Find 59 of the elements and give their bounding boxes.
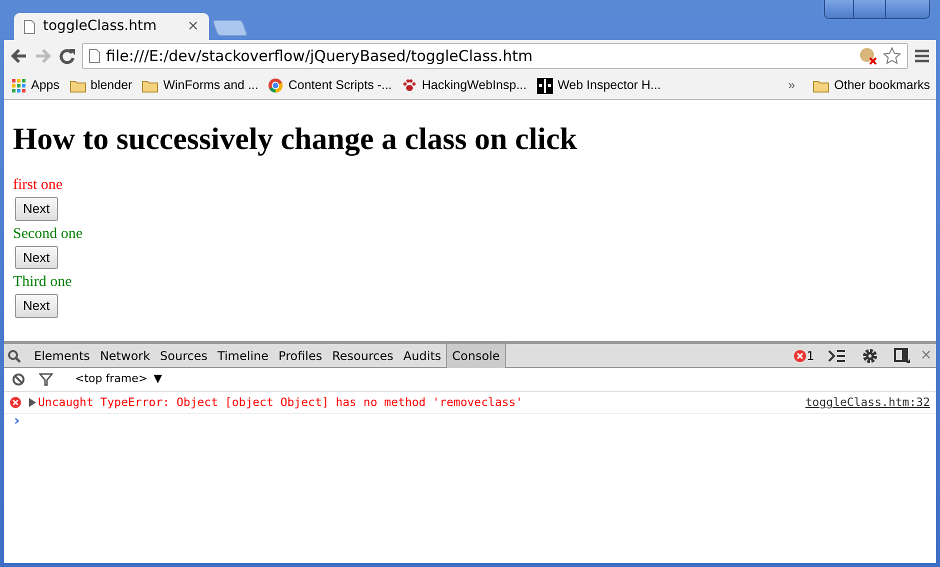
search-icon[interactable] [8,350,21,363]
devtools-tab[interactable]: Audits [398,344,446,368]
next-button[interactable]: Next [15,197,58,221]
next-button[interactable]: Next [15,294,58,318]
maximize-button[interactable] [853,0,885,18]
folder-icon [70,78,86,92]
item-text: first one [13,176,64,196]
bookmark[interactable]: Apps [12,76,60,95]
devtools-tab[interactable]: Sources [155,344,213,368]
devtools-tab[interactable]: Network [94,344,156,368]
bookmark[interactable]: Web Inspector H... [536,76,661,95]
address-bar[interactable]: file:///E:/dev/stackoverflow/jQueryBased/toggleClass.htm [82,43,908,69]
settings-icon[interactable] [862,348,878,364]
bookmark[interactable]: Other bookmarks [813,76,930,95]
star-icon[interactable] [883,47,901,65]
inspector-icon [536,78,553,94]
paw-icon [402,78,417,93]
console-prompt[interactable]: › [4,414,936,428]
devtools-tab[interactable]: Console [446,344,506,368]
item-text: Second one [13,224,84,244]
error-icon [794,350,806,362]
menu-icon[interactable] [914,49,930,63]
more-bookmarks-button[interactable]: » [788,76,796,95]
devtools-tab[interactable]: Profiles [274,344,328,368]
error-message: Uncaught TypeError: Object [object Object] has no method 'removeclass' [38,394,523,411]
clear-icon[interactable] [12,373,25,386]
dropdown-caret[interactable]: ▼ [154,371,162,388]
frame-selector[interactable]: <top frame> [75,371,148,388]
cookie-blocked-icon[interactable] [859,47,877,65]
tab-title: toggleClass.htm [43,17,157,36]
filter-icon[interactable] [39,373,53,386]
bookmark[interactable]: WinForms and ... [142,76,258,95]
bookmark[interactable]: blender [70,76,132,95]
error-count[interactable]: 1 [806,346,814,364]
page-icon [24,20,35,34]
bookmark[interactable]: HackingWebInsp... [402,76,527,95]
devtools-tab[interactable]: Resources [327,344,398,368]
folder-icon [813,78,830,92]
reload-icon[interactable] [58,47,76,65]
apps-icon [12,78,26,92]
back-icon[interactable] [10,48,28,64]
circle-logo-icon [268,78,284,93]
address-text: file:///E:/dev/stackoverflow/jQueryBased/toggleClass.htm [106,46,533,67]
close-icon[interactable]: × [187,16,199,37]
close-button[interactable] [885,0,929,18]
bookmark[interactable]: Content Scripts -... [268,76,392,95]
page-heading: How to successively change a class on click [13,120,578,158]
source-link[interactable]: toggleClass.htm:32 [805,394,930,412]
dock-icon[interactable] [894,348,910,363]
browser-tab[interactable]: toggleClass.htm × [14,13,209,40]
devtools-tab[interactable]: Timeline [212,344,274,368]
page-icon [89,49,100,63]
item-text: Third one [13,273,73,292]
console-drawer-icon[interactable] [828,350,846,362]
error-icon [10,397,21,408]
devtools-tab[interactable]: Elements [29,344,95,368]
next-button[interactable]: Next [15,246,58,270]
expand-triangle-icon[interactable] [29,398,36,408]
folder-icon [142,78,158,92]
